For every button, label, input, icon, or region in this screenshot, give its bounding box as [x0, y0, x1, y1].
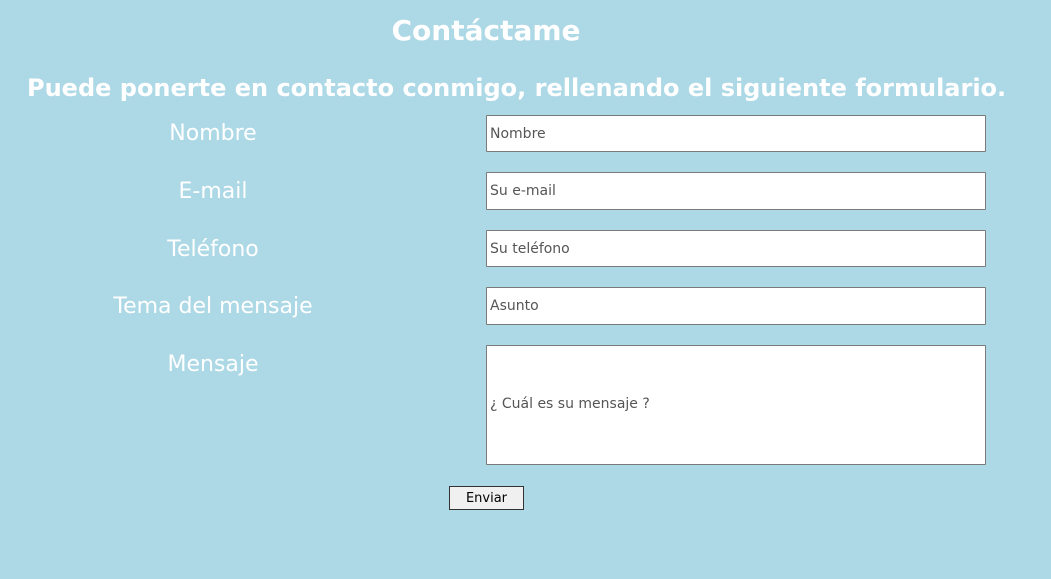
email-input[interactable]: [486, 172, 986, 210]
contact-page: Contáctame Puede ponerte en contacto con…: [0, 0, 1051, 579]
phone-input[interactable]: [486, 230, 986, 267]
subject-input[interactable]: [486, 287, 986, 325]
phone-label: Teléfono: [167, 237, 259, 262]
send-button[interactable]: Enviar: [449, 486, 524, 510]
subject-label: Tema del mensaje: [113, 294, 313, 319]
name-input[interactable]: [486, 115, 986, 152]
message-textarea[interactable]: [486, 345, 986, 465]
page-title: Contáctame: [391, 14, 581, 47]
message-label: Mensaje: [167, 352, 259, 377]
name-label: Nombre: [169, 121, 257, 146]
page-subtitle: Puede ponerte en contacto conmigo, relle…: [27, 74, 1007, 102]
email-label: E-mail: [178, 179, 248, 204]
